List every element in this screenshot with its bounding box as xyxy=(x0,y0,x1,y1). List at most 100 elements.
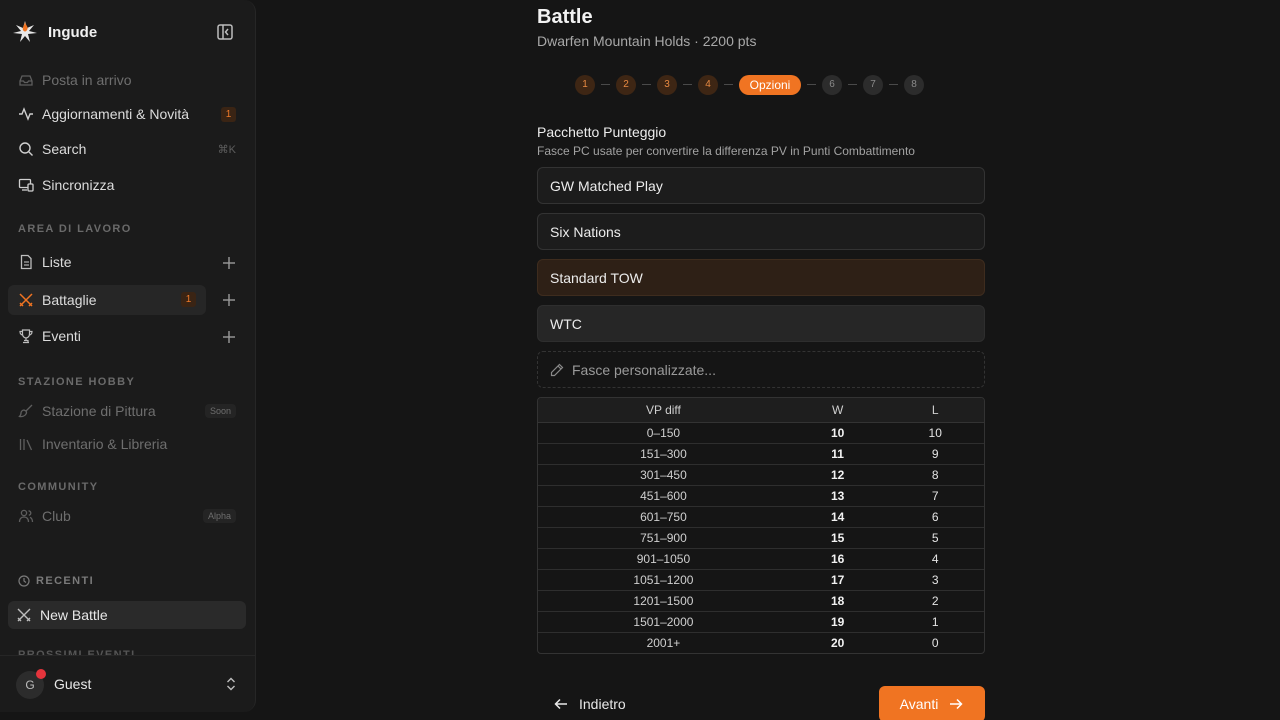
loss-points-cell: 8 xyxy=(886,464,984,486)
step-connector xyxy=(889,84,898,85)
sidebar-item-label: Stazione di Pittura xyxy=(42,403,156,419)
sidebar-item-search[interactable]: Search ⌘K xyxy=(8,134,246,164)
hobby-section-title: STAZIONE HOBBY xyxy=(18,376,136,388)
option-wtc[interactable]: WTC xyxy=(537,305,985,342)
table-row: 601–750 14 6 xyxy=(538,506,984,528)
sidebar-item-label: Liste xyxy=(42,254,72,270)
arrow-right-icon xyxy=(950,698,963,710)
option-gw-matched-play[interactable]: GW Matched Play xyxy=(537,167,985,204)
sidebar-item-battles[interactable]: Battaglie 1 xyxy=(8,285,206,315)
loss-points-cell: 4 xyxy=(886,548,984,570)
inbox-icon xyxy=(19,75,33,86)
sidebar-item-updates[interactable]: Aggiornamenti & Novità 1 xyxy=(8,99,246,129)
vp-diff-cell: 1201–1500 xyxy=(538,590,789,612)
library-icon xyxy=(19,439,33,451)
page-title: Battle xyxy=(537,6,593,28)
recent-section-title: RECENTI xyxy=(18,575,94,587)
option-standard-tow[interactable]: Standard TOW xyxy=(537,259,985,296)
vp-diff-cell: 301–450 xyxy=(538,464,789,486)
add-list-icon[interactable] xyxy=(222,256,236,270)
devices-icon xyxy=(18,178,34,192)
vp-diff-cell: 601–750 xyxy=(538,506,789,528)
column-header: VP diff xyxy=(538,398,789,423)
vp-diff-cell: 1051–1200 xyxy=(538,569,789,591)
score-bands-table: VP diff W L 0–150 10 10 151–300 11 9 301–450 12… xyxy=(537,397,985,654)
loss-points-cell: 6 xyxy=(886,506,984,528)
wizard-stepper: 1 2 3 4 Opzioni 6 7 8 xyxy=(575,74,924,95)
win-points-cell: 16 xyxy=(788,548,887,570)
battles-badge: 1 xyxy=(181,292,196,307)
sidebar-item-label: Inventario & Libreria xyxy=(42,436,168,452)
crossed-swords-icon xyxy=(19,293,33,307)
step-2[interactable]: 2 xyxy=(616,74,636,95)
add-battle-icon[interactable] xyxy=(222,293,236,307)
win-points-cell: 15 xyxy=(788,527,887,549)
column-header: W xyxy=(788,398,887,423)
step-connector xyxy=(807,84,816,85)
sidebar-item-label: Posta in arrivo xyxy=(42,72,132,88)
app-name: Ingude xyxy=(48,23,98,41)
step-connector xyxy=(724,84,733,85)
win-points-cell: 10 xyxy=(788,422,887,444)
loss-points-cell: 1 xyxy=(886,611,984,633)
step-7[interactable]: 7 xyxy=(863,74,883,95)
sidebar-item-label: Sincronizza xyxy=(42,177,115,193)
alpha-pill: Alpha xyxy=(202,509,236,523)
sidebar-item-sync[interactable]: Sincronizza xyxy=(8,170,246,200)
brand[interactable]: Ingude xyxy=(12,18,97,46)
loss-points-cell: 5 xyxy=(886,527,984,549)
section-title: Pacchetto Punteggio xyxy=(537,124,667,140)
sidebar-item-events[interactable]: Eventi xyxy=(8,321,246,351)
sidebar-item-club[interactable]: Club Alpha xyxy=(8,501,246,531)
win-points-cell: 17 xyxy=(788,569,887,591)
users-icon xyxy=(18,509,34,523)
win-points-cell: 12 xyxy=(788,464,887,486)
section-description: Fasce PC usate per convertire la differe… xyxy=(537,144,915,158)
table-row: 901–1050 16 4 xyxy=(538,548,984,570)
step-connector xyxy=(683,84,692,85)
sidebar-item-lists[interactable]: Liste xyxy=(8,247,246,277)
sidebar-item-label: Search xyxy=(42,141,87,157)
user-name: Guest xyxy=(54,676,92,692)
recent-item-new-battle[interactable]: New Battle xyxy=(8,601,246,629)
sidebar-item-inventory[interactable]: Inventario & Libreria xyxy=(8,429,246,459)
win-points-cell: 11 xyxy=(788,443,887,465)
notification-dot xyxy=(36,669,46,679)
next-label: Avanti xyxy=(899,696,939,712)
column-header: L xyxy=(886,398,984,423)
sidebar-item-inbox[interactable]: Posta in arrivo xyxy=(8,65,246,95)
sidebar-item-label: Eventi xyxy=(42,328,81,344)
step-current[interactable]: Opzioni xyxy=(739,74,801,95)
table-row: 1501–2000 19 1 xyxy=(538,611,984,633)
table-row: 151–300 11 9 xyxy=(538,443,984,465)
document-icon xyxy=(20,254,32,270)
back-button[interactable]: Indietro xyxy=(545,690,626,718)
table-row: 451–600 13 7 xyxy=(538,485,984,507)
sidebar-item-label: Aggiornamenti & Novità xyxy=(42,106,190,122)
app-logo-icon xyxy=(13,21,37,42)
workspace-section-title: AREA DI LAVORO xyxy=(18,223,132,235)
step-1[interactable]: 1 xyxy=(575,74,595,95)
win-points-cell: 14 xyxy=(788,506,887,528)
step-3[interactable]: 3 xyxy=(657,74,677,95)
recent-item-label: New Battle xyxy=(40,607,108,623)
user-menu[interactable]: G Guest xyxy=(0,655,256,712)
win-points-cell: 18 xyxy=(788,590,887,612)
step-connector xyxy=(642,84,651,85)
arrow-left-icon xyxy=(554,698,567,710)
step-8[interactable]: 8 xyxy=(904,74,924,95)
sidebar-item-painting[interactable]: Stazione di Pittura Soon xyxy=(8,396,246,426)
trophy-icon xyxy=(19,329,33,344)
sidebar-item-label: Club xyxy=(42,508,71,524)
step-4[interactable]: 4 xyxy=(698,74,718,95)
table-row: 2001+ 20 0 xyxy=(538,632,984,653)
collapse-sidebar-icon[interactable] xyxy=(215,22,235,42)
custom-option-label: Fasce personalizzate... xyxy=(572,361,716,378)
table-row: 301–450 12 8 xyxy=(538,464,984,486)
option-custom-bands[interactable]: Fasce personalizzate... xyxy=(537,351,985,388)
add-event-icon[interactable] xyxy=(222,330,236,344)
pencil-icon xyxy=(550,363,564,376)
option-six-nations[interactable]: Six Nations xyxy=(537,213,985,250)
next-button[interactable]: Avanti xyxy=(879,686,985,720)
step-6[interactable]: 6 xyxy=(822,74,842,95)
